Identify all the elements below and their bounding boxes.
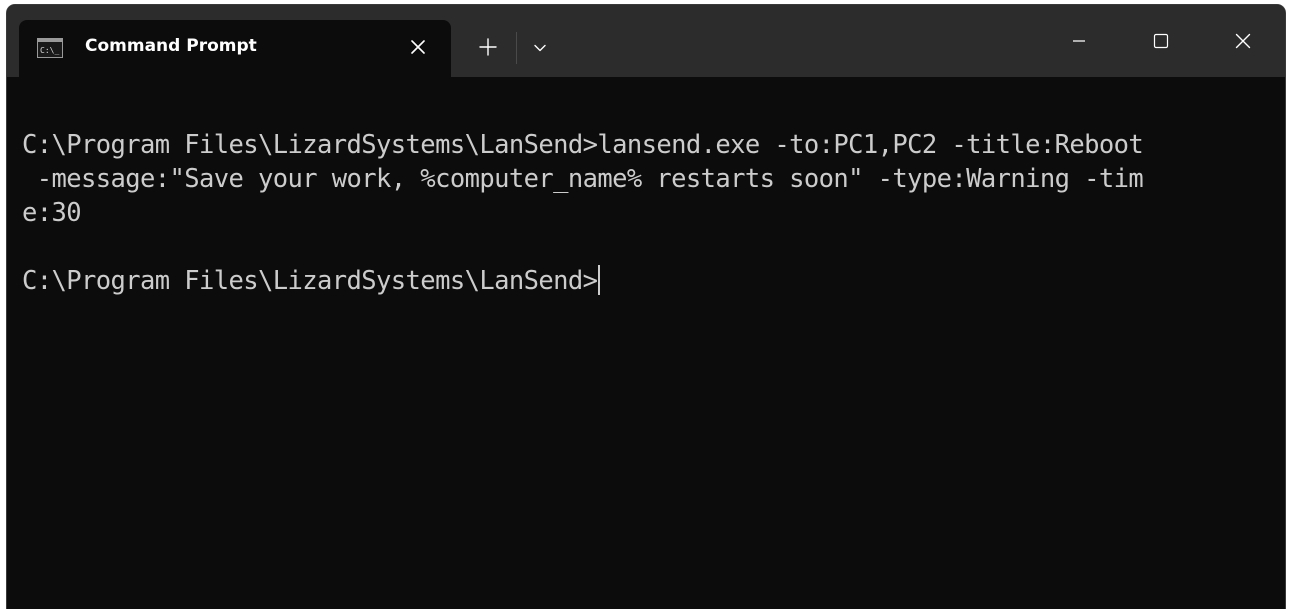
- chevron-down-icon[interactable]: [527, 34, 553, 62]
- terminal-output[interactable]: C:\Program Files\LizardSystems\LanSend>l…: [7, 77, 1285, 609]
- terminal-line: C:\Program Files\LizardSystems\LanSend>l…: [22, 130, 1144, 160]
- close-icon[interactable]: [1220, 21, 1266, 61]
- tab-separator: [516, 32, 517, 64]
- terminal-prompt: C:\Program Files\LizardSystems\LanSend>: [22, 266, 598, 296]
- tab-command-prompt[interactable]: C:\_ Command Prompt: [19, 20, 451, 77]
- title-bar[interactable]: C:\_ Command Prompt: [7, 5, 1285, 77]
- minimize-icon[interactable]: [1056, 21, 1102, 61]
- tab-title: Command Prompt: [85, 36, 257, 56]
- maximize-icon[interactable]: [1138, 21, 1184, 61]
- terminal-prompt-line[interactable]: C:\Program Files\LizardSystems\LanSend>: [22, 264, 601, 298]
- cmd-icon: C:\_: [37, 38, 63, 58]
- plus-icon[interactable]: [473, 32, 503, 62]
- text-cursor: [598, 265, 601, 295]
- terminal-line: -message:"Save your work, %computer_name…: [22, 164, 1144, 194]
- terminal-window: C:\_ Command Prompt C:\Program Files\Liz…: [7, 5, 1285, 609]
- svg-text:C:\_: C:\_: [40, 46, 59, 55]
- terminal-line: e:30: [22, 198, 82, 228]
- close-icon[interactable]: [403, 32, 433, 62]
